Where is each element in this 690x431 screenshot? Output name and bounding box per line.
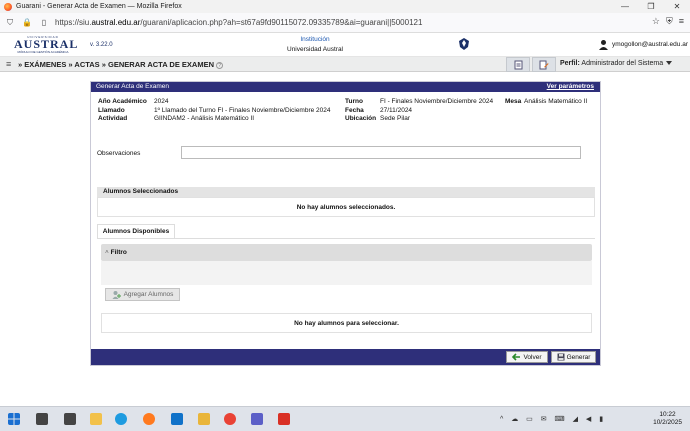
hamburger-menu-icon[interactable]: ≡ [6,59,11,69]
field-label: Mesa [505,98,522,105]
field-value: 27/11/2024 [380,106,413,114]
tab-alumnos-disponibles[interactable]: Alumnos Disponibles [97,224,175,238]
acta-info-left: Año Académico 2024 Llamado 1º Llamado del … [98,98,331,124]
field-label: Año Académico [98,98,147,105]
university-crest-icon [459,38,469,50]
filtro-toggle[interactable]: ˄ Filtro [101,244,592,261]
firefox-taskbar-icon[interactable] [143,413,155,425]
field-value: FI - Finales Noviembre/Diciembre 2024 [380,98,494,105]
filtro-label: Filtro [110,249,127,256]
app-header: UNIVERSIDAD AUSTRAL MÓDULO DE GESTIÓN AC… [0,33,690,57]
page-icon[interactable]: ▯ [37,16,51,30]
minimize-button[interactable]: — [612,0,638,13]
ver-parametros-link[interactable]: Ver parámetros [547,82,594,92]
institution-label: Institución [300,36,330,43]
windows-start-icon[interactable] [8,413,20,425]
acrobat-icon[interactable] [278,413,290,425]
institution-name: Universidad Austral [287,46,343,53]
outlook-icon[interactable] [171,413,183,425]
institution-block: Institución Universidad Austral [270,36,360,53]
generar-acta-panel: Generar Acta de Examen Ver parámetros Añ… [90,81,601,366]
panel-header: Generar Acta de Examen Ver parámetros [91,82,600,92]
system-tray-icons[interactable]: ^ ☁ ▭ ✉ ⌨ ◢ ◀ ▮ [500,415,606,423]
clock-date: 10/2/2025 [653,419,682,426]
generar-label: Generar [566,353,591,361]
observaciones-input[interactable] [181,146,581,159]
close-button[interactable]: ✕ [664,0,690,13]
observaciones-label: Observaciones [97,150,141,157]
clock-time: 10:22 [659,411,676,418]
browser-titlebar: Guarani - Generar Acta de Examen — Mozil… [0,0,690,13]
user-avatar-icon [599,40,609,50]
maximize-button[interactable]: ❐ [638,0,664,13]
field-label: Fecha [345,106,364,114]
explorer-icon[interactable] [198,413,210,425]
breadcrumb: » EXÁMENES » ACTAS » GENERAR ACTA DE EXA… [18,60,224,69]
acta-info-right: Mesa Análisis Matemático II [505,98,587,107]
files-icon[interactable] [90,413,102,425]
calculator-icon[interactable] [36,413,48,425]
menu-icon[interactable]: ≡ [679,16,684,27]
generar-button[interactable]: Generar [551,351,596,363]
user-menu[interactable]: ymogollon@austral.edu.ar [598,39,688,50]
teams-icon[interactable] [251,413,263,425]
url-field[interactable]: https://siu.austral.edu.ar/guarani/aplic… [55,18,422,27]
firefox-icon [4,2,12,11]
panel-title: Generar Acta de Examen [96,83,169,90]
field-value: Sede Pilar [380,115,410,123]
field-value: GIINDAM2 - Análisis Matemático II [154,115,255,123]
edit-document-icon [539,60,549,69]
back-arrow-icon [512,353,521,361]
document-tool-button[interactable] [506,57,530,72]
field-value: Análisis Matemático II [524,98,588,105]
help-icon[interactable]: ? [216,61,224,69]
austral-logo: UNIVERSIDAD AUSTRAL MÓDULO DE GESTIÓN AC… [14,35,79,54]
alumnos-disponibles-empty: No hay alumnos para seleccionar. [101,313,592,333]
user-email: ymogollon@austral.edu.ar [612,41,688,48]
tab-divider [97,238,595,239]
address-bar: ⛉ 🔒 ▯ https://siu.austral.edu.ar/guarani… [0,13,690,33]
chevron-down-icon [666,61,673,66]
edit-tool-button[interactable] [532,57,556,72]
acta-info-middle: Turno FI - Finales Noviembre/Diciembre 20… [345,98,493,124]
lock-icon[interactable]: 🔒 [20,16,34,30]
bookmark-star-icon[interactable]: ☆ [652,16,660,27]
field-label: Llamado [98,106,125,114]
field-value: 2024 [154,98,169,105]
alumnos-seleccionados-header: Alumnos Seleccionados [97,187,595,197]
field-label: Ubicación [345,115,377,123]
taskbar: ^ ☁ ▭ ✉ ⌨ ◢ ◀ ▮ 10:22 10/2/2025 [0,406,690,431]
extensions-icon[interactable]: ⛨ [666,16,673,27]
menu-bar: ≡ » EXÁMENES » ACTAS » GENERAR ACTA DE E… [0,57,690,72]
edge-icon[interactable] [115,413,127,425]
app-version: v. 3.22.0 [90,42,113,48]
save-disk-icon [557,353,565,361]
field-label: Turno [345,98,363,105]
field-label: Actividad [98,115,128,123]
chrome-icon[interactable] [224,413,236,425]
alumnos-seleccionados-empty: No hay alumnos seleccionados. [97,197,595,217]
volver-button[interactable]: Volver [506,351,548,363]
volver-label: Volver [523,353,542,361]
agregar-alumnos-button[interactable]: Agregar Alumnos [105,288,180,301]
perfil-selector[interactable]: Perfil: Administrador del Sistema [560,60,673,67]
add-user-icon [112,291,121,299]
panel-footer: Volver Generar [91,349,600,365]
filtro-body [101,261,592,285]
folder-icon[interactable] [64,413,76,425]
agregar-alumnos-label: Agregar Alumnos [123,291,174,298]
document-icon [514,60,522,69]
collapse-icon: ˄ [105,249,109,256]
field-value: 1º Llamado del Turno FI - Finales Noviem… [154,106,331,114]
shield-icon[interactable]: ⛉ [3,16,17,30]
clock[interactable]: 10:22 10/2/2025 [653,411,682,427]
window-controls: — ❐ ✕ [612,0,690,13]
window-title: Guarani - Generar Acta de Examen — Mozil… [16,3,182,10]
